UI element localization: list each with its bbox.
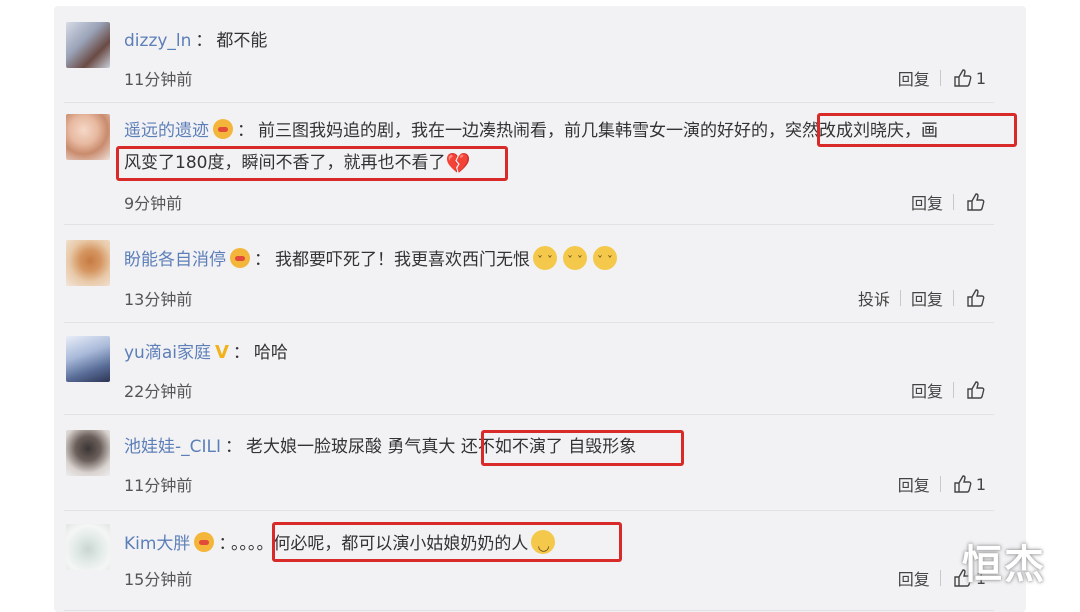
highlight-box <box>116 146 508 181</box>
avatar[interactable] <box>66 240 110 286</box>
avatar[interactable] <box>66 114 110 160</box>
comment-text: 都不能 <box>216 31 268 51</box>
avatar[interactable] <box>66 336 110 382</box>
highlight-box <box>272 522 622 562</box>
comment-item: dizzy_ln：都不能 11分钟前 回复 1 <box>64 12 994 103</box>
username[interactable]: 盼能各自消停 <box>124 250 226 270</box>
comment-text: 前三图我妈追的剧，我在一边凑热闹看，前几集韩雪女一演的好好的， <box>258 121 785 141</box>
reply-button[interactable]: 回复 <box>888 66 940 90</box>
cat-face-icon <box>563 246 587 274</box>
reply-button[interactable]: 回复 <box>888 472 940 496</box>
username[interactable]: 遥远的遗迹 <box>124 121 209 141</box>
avatar[interactable] <box>66 22 110 68</box>
timestamp: 11分钟前 <box>124 70 193 89</box>
avatar[interactable] <box>66 430 110 476</box>
like-count: 1 <box>975 68 986 88</box>
watermark: 恒杰 <box>962 541 1046 588</box>
reply-button[interactable]: 回复 <box>901 286 953 310</box>
avatar[interactable] <box>66 524 110 570</box>
highlight-box <box>817 113 1017 147</box>
emoji-badge-icon <box>230 248 250 268</box>
like-button[interactable] <box>954 288 986 308</box>
emoji-badge-icon <box>194 532 215 552</box>
thumbs-up-icon <box>967 193 985 211</box>
like-button[interactable]: 1 <box>941 474 986 494</box>
thumbs-up-icon <box>967 289 985 307</box>
thumbs-up-icon <box>954 475 972 493</box>
username[interactable]: dizzy_ln <box>124 31 191 51</box>
timestamp: 13分钟前 <box>124 290 193 309</box>
username[interactable]: Kim大胖 <box>124 534 190 554</box>
like-button[interactable] <box>954 380 986 400</box>
timestamp: 9分钟前 <box>124 194 183 213</box>
report-button[interactable]: 投诉 <box>848 286 900 310</box>
v-badge-icon: V <box>214 342 229 363</box>
emoji-badge-icon <box>213 119 233 139</box>
comment-item: 盼能各自消停：我都要吓死了！我更喜欢西门无恨 13分钟前 投诉 回复 <box>64 224 994 323</box>
comment-text: 老大娘一脸玻尿酸 勇气真大 <box>246 437 461 457</box>
username[interactable]: yu滴ai家庭 <box>124 343 211 363</box>
username[interactable]: 池娃娃-_CILI <box>124 437 221 457</box>
timestamp: 15分钟前 <box>124 570 193 589</box>
comment-item: yu滴ai家庭 V：哈哈 22分钟前 回复 <box>64 322 994 415</box>
cat-face-icon <box>533 246 557 274</box>
timestamp: 11分钟前 <box>124 476 193 495</box>
cat-face-icon <box>593 246 617 274</box>
reply-button[interactable]: 回复 <box>901 190 953 214</box>
like-count: 1 <box>975 474 986 494</box>
reply-button[interactable]: 回复 <box>888 566 940 590</box>
like-button[interactable] <box>954 192 986 212</box>
comment-text: 哈哈 <box>253 343 288 363</box>
timestamp: 22分钟前 <box>124 382 193 401</box>
thumbs-up-icon <box>954 69 972 87</box>
like-button[interactable]: 1 <box>941 68 986 88</box>
comment-text: 我都要吓死了！我更喜欢西门无恨 <box>275 250 530 270</box>
reply-button[interactable]: 回复 <box>901 378 953 402</box>
highlight-box <box>481 430 684 466</box>
comment-text: 。。。 <box>230 534 257 554</box>
thumbs-up-icon <box>967 381 985 399</box>
